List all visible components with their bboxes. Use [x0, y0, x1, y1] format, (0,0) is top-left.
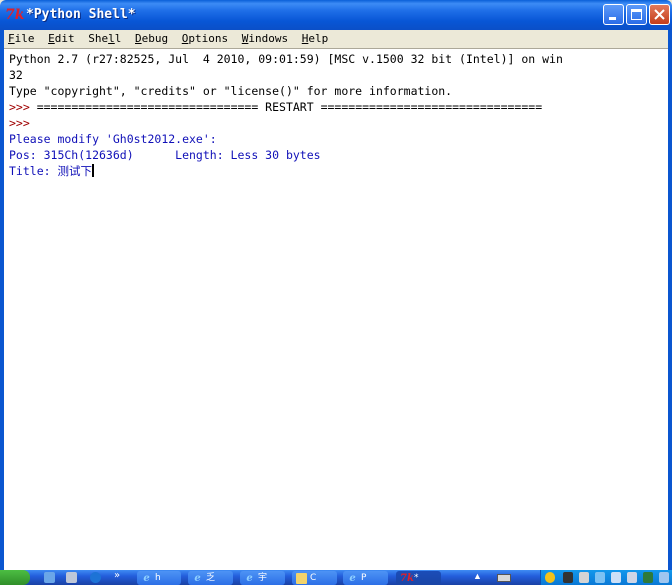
idle-app-icon[interactable]: 7k [5, 6, 24, 24]
title-input-text: Title: 测试下 [9, 164, 92, 178]
network-icon[interactable] [611, 572, 621, 583]
taskbar: » eh e乏 e宇 C eP 7k * ▲ [0, 570, 672, 585]
taskbar-task-python-shell[interactable]: 7k * [396, 571, 441, 585]
window-title: *Python Shell* [26, 7, 136, 22]
python-idle-icon: 7k [400, 573, 414, 584]
menu-edit[interactable]: Edit [44, 30, 78, 48]
menu-options[interactable]: Options [178, 30, 231, 48]
text-cursor [91, 164, 94, 177]
taskbar-task-button[interactable]: C [292, 571, 337, 585]
shell-line: 32 [9, 68, 23, 82]
ie-icon: e [246, 573, 253, 584]
shell-prompt: >>> [9, 100, 37, 114]
taskbar-task-button[interactable]: eP [343, 571, 388, 585]
system-tray [540, 570, 672, 585]
show-desktop-icon[interactable] [44, 572, 55, 583]
menu-file[interactable]: File [4, 30, 38, 48]
menu-bar: File Edit Shell Debug Options Windows He… [4, 30, 668, 48]
start-button[interactable] [0, 570, 30, 585]
menu-shell[interactable]: Shell [84, 30, 124, 48]
shell-text-area[interactable]: Python 2.7 (r27:82525, Jul 4 2010, 09:01… [4, 48, 668, 570]
taskbar-task-button[interactable]: eh [137, 571, 181, 585]
security-icon[interactable] [595, 572, 605, 583]
shell-prompt: >>> [9, 116, 37, 130]
shell-input-line[interactable]: Title: 测试下 [9, 163, 668, 179]
shell-line: >>> [9, 115, 668, 131]
maximize-button[interactable] [626, 4, 647, 25]
restart-banner: ================================ RESTART… [36, 100, 543, 114]
shell-output-line: Please modify 'Gh0st2012.exe': [9, 132, 217, 146]
close-icon [654, 9, 665, 20]
shell-line: >>> ================================ RES… [9, 99, 668, 115]
shell-line: Python 2.7 (r27:82525, Jul 4 2010, 09:01… [9, 52, 563, 66]
taskbar-task-button[interactable]: e宇 [240, 571, 285, 585]
network-icon[interactable] [579, 572, 589, 583]
maximize-icon [631, 9, 642, 20]
minimize-button[interactable] [603, 4, 624, 25]
close-button[interactable] [649, 4, 670, 25]
media-player-icon[interactable] [66, 572, 77, 583]
taskbar-task-button[interactable]: e乏 [188, 571, 233, 585]
shell-output-line: Pos: 315Ch(12636d) Length: Less 30 bytes [9, 148, 321, 162]
antivirus-icon[interactable] [563, 572, 573, 583]
ie-icon: e [143, 573, 150, 584]
folder-icon [296, 573, 307, 584]
tray-expand-icon[interactable]: ▲ [471, 570, 484, 583]
internet-explorer-icon[interactable] [90, 572, 101, 583]
menu-windows[interactable]: Windows [238, 30, 291, 48]
shell-line: Type "copyright", "credits" or "license(… [9, 84, 453, 98]
network-icon[interactable] [659, 572, 669, 583]
volume-icon[interactable] [627, 572, 637, 583]
menu-debug[interactable]: Debug [131, 30, 171, 48]
ie-icon: e [349, 573, 356, 584]
security-icon[interactable] [643, 572, 653, 583]
window-frame-right [668, 30, 672, 570]
keyboard-icon[interactable] [497, 574, 511, 582]
menu-help[interactable]: Help [298, 30, 332, 48]
qq-icon[interactable] [545, 572, 555, 583]
minimize-icon [609, 17, 616, 20]
ie-icon: e [194, 573, 201, 584]
title-bar[interactable]: 7k *Python Shell* [0, 0, 672, 30]
quick-launch-overflow-chevron[interactable]: » [114, 570, 120, 582]
